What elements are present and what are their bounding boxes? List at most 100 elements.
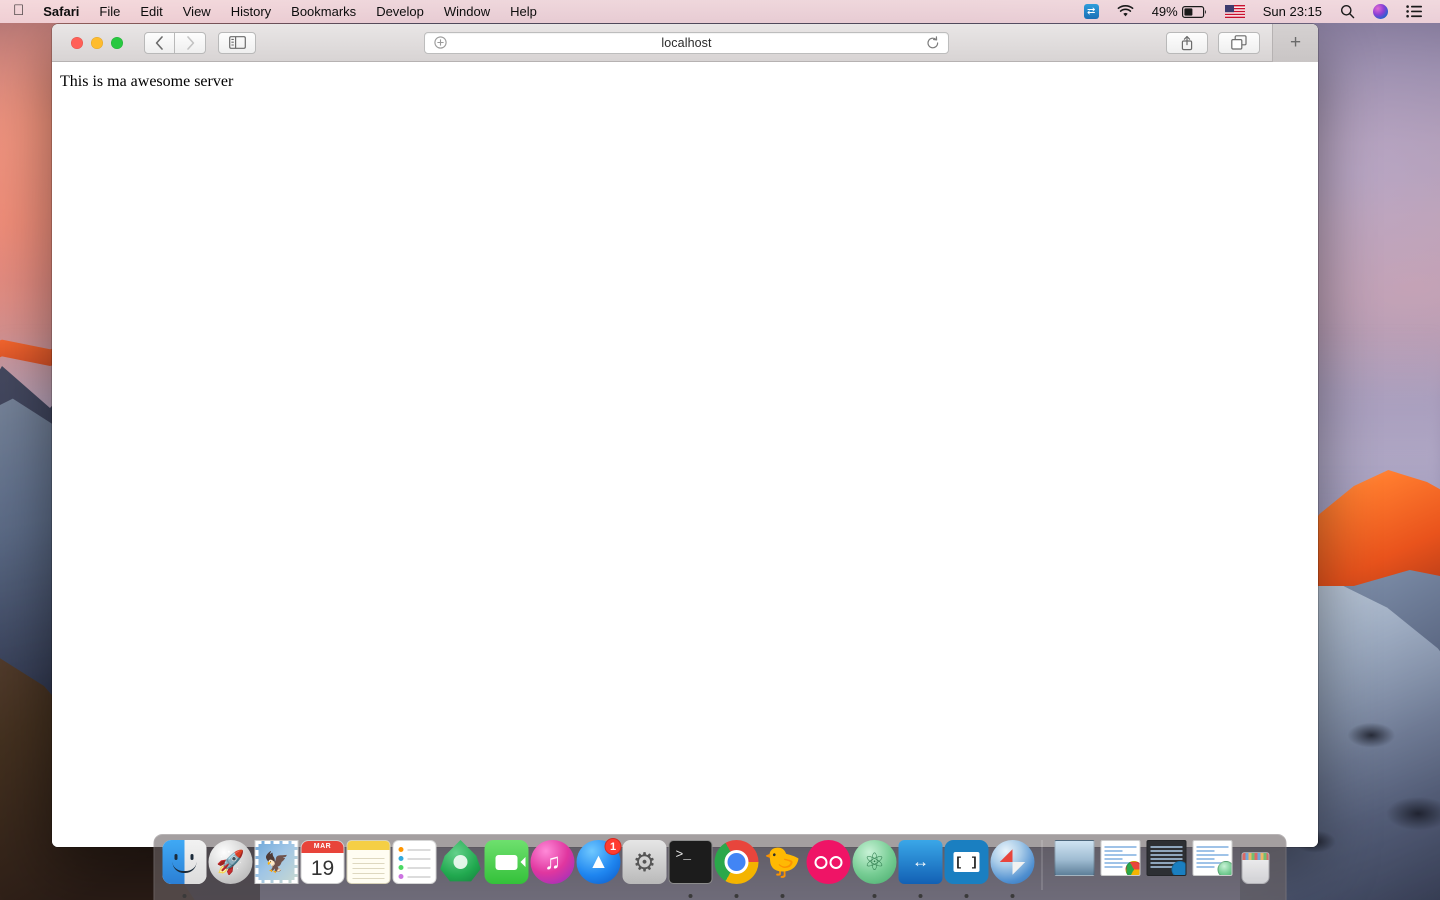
minimized-brackets-thumbnail <box>1146 840 1187 876</box>
dock-item-reminders[interactable] <box>392 840 438 900</box>
dock-item-tunnelblick[interactable] <box>806 840 852 900</box>
page-body-text: This is ma awesome server <box>60 73 234 90</box>
apple-icon[interactable]:  <box>13 3 24 18</box>
navigation-buttons <box>144 31 206 54</box>
dock-item-atom[interactable]: ⚛ <box>852 840 898 900</box>
running-indicator <box>872 894 877 898</box>
mail-icon: 🦅 <box>254 840 299 884</box>
itunes-icon: ♫ <box>530 840 575 884</box>
share-button[interactable] <box>1166 31 1208 54</box>
menu-item-history[interactable]: History <box>221 0 281 23</box>
dock-minimized-photo[interactable] <box>1049 840 1095 900</box>
running-indicator <box>918 894 923 898</box>
calendar-day: 19 <box>310 857 335 880</box>
finder-icon <box>162 840 207 884</box>
menu-bar-clock[interactable]: Sun 23:15 <box>1254 4 1331 19</box>
reminders-icon <box>392 840 437 884</box>
menu-item-view[interactable]: View <box>173 0 221 23</box>
running-indicator <box>964 894 969 898</box>
address-bar-text[interactable]: localhost <box>455 36 918 50</box>
dock-item-launchpad[interactable]: 🚀 <box>208 840 254 900</box>
address-bar[interactable]: localhost <box>424 31 949 54</box>
running-indicator <box>182 894 187 898</box>
us-flag-icon[interactable] <box>1216 5 1254 18</box>
minimize-button[interactable] <box>91 36 103 49</box>
menu-item-help[interactable]: Help <box>500 0 547 23</box>
dock-item-sequel-pro[interactable]: 🐤 <box>760 840 806 900</box>
dock-item-finder[interactable] <box>162 840 208 900</box>
notification-center-icon[interactable] <box>1397 5 1432 18</box>
dock-minimized-brackets[interactable] <box>1141 840 1187 900</box>
dock-item-sourcetree[interactable] <box>438 840 484 900</box>
calendar-icon: MAR 19 <box>300 840 345 884</box>
dock-item-terminal[interactable]: >_ <box>668 840 714 900</box>
dock-item-calendar[interactable]: MAR 19 <box>300 840 346 900</box>
dock-minimized-chrome[interactable] <box>1095 840 1141 900</box>
atom-icon: ⚛ <box>852 840 897 884</box>
dock-item-mail[interactable]: 🦅 <box>254 840 300 900</box>
wifi-icon[interactable] <box>1108 5 1143 18</box>
menu-bar:  Safari File Edit View History Bookmark… <box>0 0 1440 23</box>
dock-item-chrome[interactable] <box>714 840 760 900</box>
page-content: This is ma awesome server <box>52 62 1318 847</box>
dock: 🚀 🦅 MAR 19 ♫ ▲ 1 ⚙ >_ 🐤 ⚛ ↔ [] <box>153 834 1287 900</box>
minimized-photo-thumbnail <box>1054 840 1095 876</box>
running-indicator <box>780 894 785 898</box>
trash-icon <box>1234 840 1278 884</box>
dock-minimized-document[interactable] <box>1187 840 1233 900</box>
facetime-icon <box>484 840 529 884</box>
toolbar-right-buttons <box>1166 31 1260 54</box>
safari-icon <box>990 840 1035 884</box>
zoom-button[interactable] <box>111 36 123 49</box>
sidebar-toggle-button[interactable] <box>218 31 256 54</box>
reload-icon[interactable] <box>918 35 948 50</box>
forward-button[interactable] <box>175 31 206 54</box>
terminal-icon: >_ <box>668 840 713 884</box>
close-button[interactable] <box>71 36 83 49</box>
minimized-document-thumbnail <box>1192 840 1233 876</box>
running-indicator <box>734 894 739 898</box>
dock-item-itunes[interactable]: ♫ <box>530 840 576 900</box>
sourcetree-icon <box>440 840 481 882</box>
menu-item-window[interactable]: Window <box>434 0 500 23</box>
running-indicator <box>688 894 693 898</box>
window-controls <box>71 36 123 49</box>
app-store-icon: ▲ 1 <box>576 838 622 884</box>
tunnelblick-icon <box>806 840 851 884</box>
dock-item-app-store[interactable]: ▲ 1 <box>576 838 622 900</box>
safari-window: localhost + This is ma awesome server <box>52 24 1318 847</box>
back-button[interactable] <box>144 31 175 54</box>
battery-icon <box>1181 5 1206 18</box>
safari-toolbar: localhost + <box>52 24 1318 62</box>
tab-overview-button[interactable] <box>1218 31 1260 54</box>
battery-percent-label: 49% <box>1151 4 1178 19</box>
chrome-icon <box>714 840 759 884</box>
siri-icon[interactable] <box>1364 4 1397 19</box>
duck-icon: 🐤 <box>763 845 802 879</box>
battery-status[interactable]: 49% <box>1143 4 1216 19</box>
search-icon[interactable] <box>1331 4 1364 19</box>
dock-item-brackets[interactable]: [ ] <box>944 840 990 900</box>
dock-item-trash[interactable] <box>1233 840 1279 900</box>
launchpad-icon: 🚀 <box>208 840 253 884</box>
menu-bar-status-area: ⇄ 49% Sun 23:15 <box>1075 4 1432 19</box>
menu-item-file[interactable]: File <box>89 0 130 23</box>
dock-item-facetime[interactable] <box>484 840 530 900</box>
menu-item-develop[interactable]: Develop <box>366 0 434 23</box>
running-indicator <box>1010 894 1015 898</box>
minimized-chrome-thumbnail <box>1100 840 1141 876</box>
menu-item-bookmarks[interactable]: Bookmarks <box>281 0 366 23</box>
dock-item-system-preferences[interactable]: ⚙ <box>622 840 668 900</box>
app-store-badge: 1 <box>604 838 622 855</box>
menu-item-safari[interactable]: Safari <box>33 0 89 23</box>
dock-item-safari[interactable] <box>990 840 1036 900</box>
add-bookmark-icon[interactable] <box>425 36 455 49</box>
menu-item-edit[interactable]: Edit <box>130 0 172 23</box>
brackets-icon: [ ] <box>944 840 989 884</box>
dock-separator <box>1041 840 1043 890</box>
teamviewer-icon: ↔ <box>898 840 943 884</box>
new-tab-button[interactable]: + <box>1272 24 1318 62</box>
dock-item-notes[interactable] <box>346 840 392 900</box>
teamviewer-icon[interactable]: ⇄ <box>1075 4 1108 19</box>
dock-item-teamviewer[interactable]: ↔ <box>898 840 944 900</box>
